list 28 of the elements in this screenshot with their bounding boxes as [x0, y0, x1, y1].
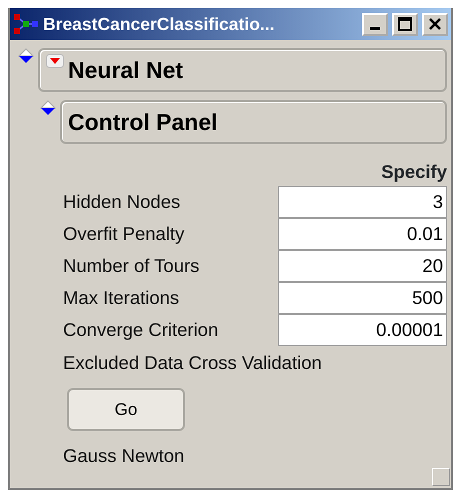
note-text: Excluded Data Cross Validation: [63, 354, 323, 372]
input-field[interactable]: 20: [278, 250, 447, 282]
close-icon: [428, 17, 442, 31]
go-button[interactable]: Go: [67, 388, 185, 432]
dropdown-icon[interactable]: [46, 54, 64, 68]
input-field[interactable]: 0.01: [278, 218, 447, 250]
expanded-diamond-icon[interactable]: [40, 100, 56, 118]
resize-grip[interactable]: [432, 468, 450, 486]
column-header: Specify: [381, 160, 447, 184]
expanded-diamond-icon[interactable]: [18, 48, 34, 66]
input-field[interactable]: 0.00001: [278, 314, 447, 346]
minimize-icon: [370, 26, 380, 30]
field-label: Converge Criterion: [63, 320, 218, 339]
maximize-button[interactable]: [392, 12, 418, 36]
close-button[interactable]: [422, 12, 448, 36]
window-title: BreastCancerClassificatio...: [43, 12, 276, 36]
field-label: Max Iterations: [63, 288, 180, 307]
method-text: Gauss Newton: [63, 447, 186, 466]
minimize-button[interactable]: [362, 12, 388, 36]
field-label: Number of Tours: [63, 256, 200, 275]
field-label: Hidden Nodes: [63, 192, 180, 211]
input-field[interactable]: 500: [278, 282, 447, 314]
outline-header[interactable]: Control Panel: [60, 100, 447, 144]
maximize-icon: [398, 17, 412, 31]
input-field[interactable]: 3: [278, 186, 447, 218]
field-label: Overfit Penalty: [63, 224, 184, 243]
network-icon: [13, 13, 39, 35]
outline-header[interactable]: Neural Net: [38, 48, 447, 92]
